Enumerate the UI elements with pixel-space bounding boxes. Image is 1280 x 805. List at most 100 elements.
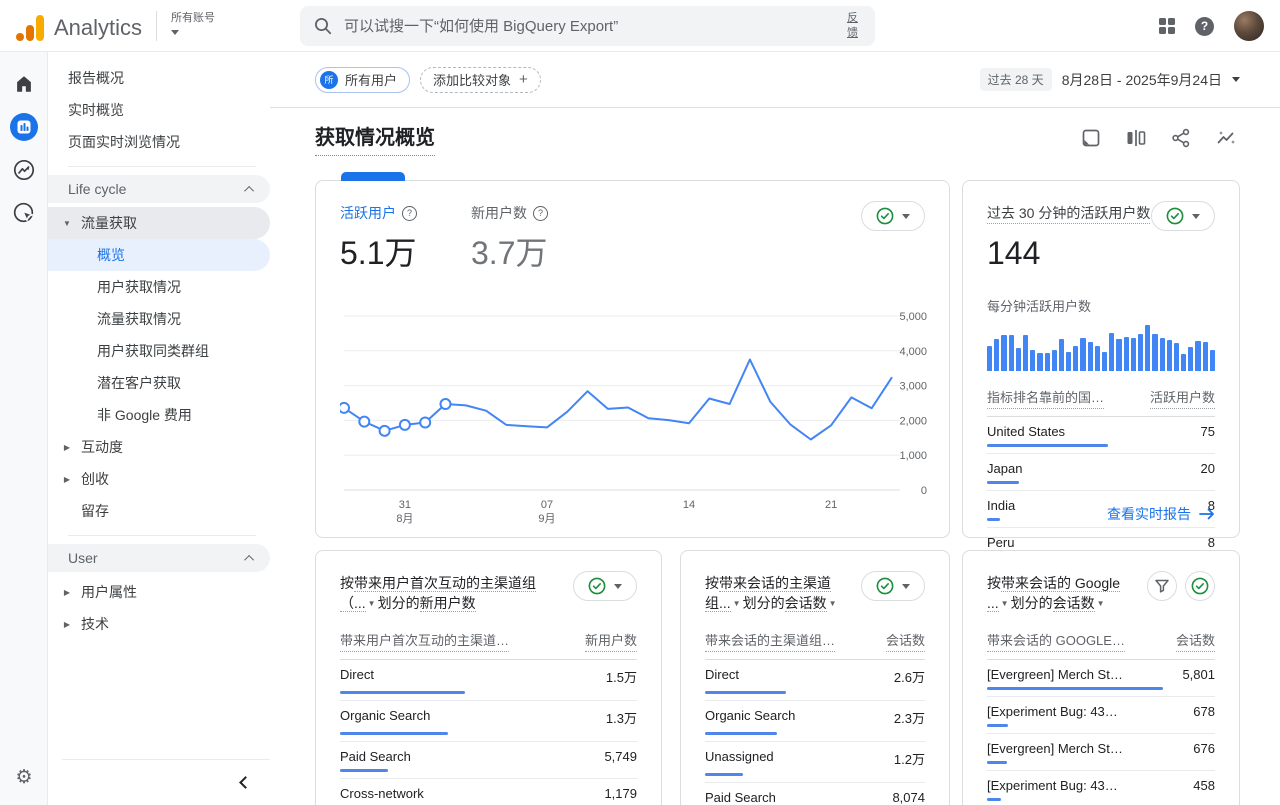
chevron-down-icon[interactable]: ▼ [60,219,74,228]
collapse-sidebar-icon[interactable] [239,776,252,789]
table-header: 带来用户首次互动的主渠道… 新用户数 [340,630,637,660]
minute-bar [994,339,999,371]
feedback-link[interactable]: 反馈 [847,11,861,41]
page-title[interactable]: 获取情况概览 [315,121,435,156]
sidebar-item[interactable]: ▶创收 [48,463,270,495]
chevron-right-icon[interactable]: ▶ [60,443,74,452]
sidebar-item-label: 页面实时浏览情况 [68,132,180,152]
sidebar-item[interactable]: 非 Google 费用 [48,399,270,431]
apps-grid-icon[interactable] [1159,18,1175,34]
search-input[interactable] [344,18,847,35]
sidebar-item[interactable]: 用户获取情况 [48,271,270,303]
minute-bar [1203,342,1208,371]
comparison-icon[interactable] [1126,128,1146,148]
sidebar-item[interactable]: 报告概况 [48,62,270,94]
main-content: 所 所有用户 添加比较对象 + 过去 28 天 8月28日 - 2025年9月2… [270,52,1280,805]
minute-bar [1059,339,1064,371]
segment-chip-all-users[interactable]: 所 所有用户 [315,67,410,93]
active-metric-tab-indicator [341,172,405,181]
row-label: Organic Search [705,708,795,727]
row-label: [Experiment Bug: 43… [987,704,1118,719]
svg-text:8月: 8月 [396,513,413,525]
title-segment[interactable]: 新用户数 [420,595,476,612]
row-value: 2.3万 [894,708,925,727]
add-comparison-chip[interactable]: 添加比较对象 + [420,67,541,93]
nav-section-header[interactable]: User [48,544,270,572]
metric-help-icon[interactable]: ? [533,206,548,221]
row-label: Direct [705,667,739,686]
metric-new-users[interactable]: 新用户数 ? 3.7万 [471,203,548,274]
minute-bar [1210,350,1215,371]
minute-bar [1152,334,1157,371]
sidebar-item[interactable]: 潜在客户获取 [48,367,270,399]
chevron-down-icon [902,214,910,219]
sidebar-item[interactable]: 留存 [48,495,270,527]
row-value-bar [987,724,1008,727]
admin-gear-button[interactable]: ⚙ [0,766,48,789]
row-label: Direct [340,667,374,686]
sidebar-item[interactable]: 实时概览 [48,94,270,126]
row-label: Paid Search [340,749,411,764]
chevron-right-icon[interactable]: ▶ [60,620,74,629]
share-icon[interactable] [1171,128,1191,148]
avatar[interactable] [1234,11,1264,41]
rail-explore-button[interactable] [0,148,48,191]
sidebar-item[interactable]: ▼流量获取 [48,207,270,239]
nav-section-label: Life cycle [68,181,126,197]
sidebar-item[interactable]: ▶技术 [48,608,270,640]
data-quality-button[interactable] [1185,571,1215,601]
sidebar-footer [62,759,270,805]
title-segment[interactable]: 会话数 [785,595,827,612]
title-segment[interactable]: 会话数 [1053,595,1095,612]
rail-home-button[interactable] [0,62,48,105]
realtime-title[interactable]: 过去 30 分钟的活跃用户数 [987,205,1150,224]
chevron-right-icon[interactable]: ▶ [60,475,74,484]
sessions-by-campaign-card: 按带来会话的 Google ...▼划分的会话数▼ 带来会话的 GOOGLE… … [962,550,1240,805]
metric-active-users[interactable]: 活跃用户 ? 5.1万 [340,203,417,274]
row-value-bar [705,773,743,776]
help-icon[interactable]: ? [1195,17,1214,36]
segment-chip-icon: 所 [320,71,338,89]
svg-text:0: 0 [921,485,927,497]
rail-reports-button[interactable] [0,105,48,148]
brand-title: Analytics [54,15,142,41]
row-value-bar [987,761,1007,764]
row-value: 1.5万 [606,667,637,686]
notes-icon[interactable] [1081,128,1101,148]
data-quality-dropdown[interactable] [573,571,637,601]
view-realtime-report-link[interactable]: 查看实时报告 [1107,504,1215,524]
data-quality-dropdown[interactable] [861,571,925,601]
sidebar-item[interactable]: 页面实时浏览情况 [48,126,270,158]
svg-text:1,000: 1,000 [899,450,927,462]
sidebar-item[interactable]: 概览 [48,239,270,271]
search-bar[interactable]: 反馈 [300,6,875,46]
sidebar-item[interactable]: ▶用户属性 [48,576,270,608]
sidebar-item[interactable]: 用户获取同类群组 [48,335,270,367]
title-segment: 按 [987,575,1001,591]
svg-text:14: 14 [683,499,695,511]
search-icon [314,17,332,35]
minute-bar [1066,352,1071,371]
insights-icon[interactable] [1216,128,1236,148]
row-value-bar [705,732,777,735]
date-range-picker[interactable]: 过去 28 天 8月28日 - 2025年9月24日 [980,68,1240,91]
new-users-table: Direct1.5万Organic Search1.3万Paid Search5… [340,660,637,805]
analytics-logo[interactable]: Analytics [0,11,142,41]
nav-section-header[interactable]: Life cycle [48,175,270,203]
rail-advertising-button[interactable] [0,191,48,234]
account-picker[interactable]: 所有账号 [171,12,215,38]
sidebar-item[interactable]: ▶互动度 [48,431,270,463]
data-quality-dropdown[interactable] [861,201,925,231]
report-controls-row: 所 所有用户 添加比较对象 + 过去 28 天 8月28日 - 2025年9月2… [270,52,1280,108]
minute-bar [1009,335,1014,371]
row-value: 8 [1208,535,1215,550]
data-quality-dropdown[interactable] [1151,201,1215,231]
table-header: 带来会话的 GOOGLE… 会话数 [987,630,1215,660]
filter-button[interactable] [1147,571,1177,601]
chevron-right-icon[interactable]: ▶ [60,588,74,597]
table-row: Cross-network1,179 [340,779,637,805]
metric-help-icon[interactable]: ? [402,206,417,221]
reports-icon [9,112,39,142]
minute-bar [1145,325,1150,371]
sidebar-item[interactable]: 流量获取情况 [48,303,270,335]
